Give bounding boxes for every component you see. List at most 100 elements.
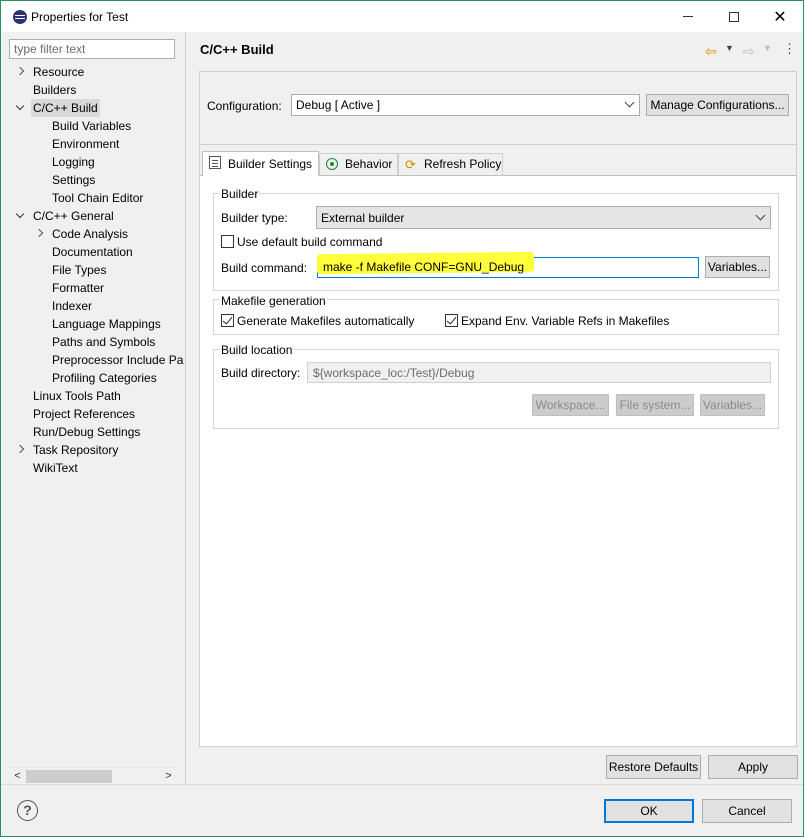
view-menu-icon[interactable]: ⋮ [783, 41, 796, 57]
tab-builder-settings[interactable]: Builder Settings [202, 151, 319, 176]
tree-item[interactable]: File Types [9, 261, 179, 279]
tree-item[interactable]: Environment [9, 135, 179, 153]
workspace-button[interactable]: Workspace... [532, 394, 609, 416]
generate-makefiles-checkbox[interactable] [221, 314, 234, 327]
apply-button[interactable]: Apply [708, 755, 798, 779]
tree-item-label: Language Mappings [52, 317, 161, 331]
scroll-left-icon[interactable]: < [9, 768, 26, 785]
tree-item-label: WikiText [33, 461, 78, 475]
tree-item[interactable]: C/C++ Build [9, 99, 179, 117]
restore-defaults-button[interactable]: Restore Defaults [606, 755, 701, 779]
tree-item[interactable]: Tool Chain Editor [9, 189, 179, 207]
configuration-label: Configuration: [207, 99, 282, 113]
generate-makefiles-label[interactable]: Generate Makefiles automatically [237, 314, 414, 328]
tree-item-label: Settings [52, 173, 96, 187]
tree-item[interactable]: Task Repository [9, 441, 179, 459]
minimize-icon [683, 16, 693, 17]
forward-arrow-icon[interactable]: ⇨ [743, 43, 755, 60]
tree-item[interactable]: Project References [9, 405, 179, 423]
configuration-value: Debug [ Active ] [296, 98, 381, 112]
chevron-down-icon[interactable] [15, 211, 25, 221]
tree-item[interactable]: Settings [9, 171, 179, 189]
tree-item[interactable]: Builders [9, 81, 179, 99]
tree-item-label: C/C++ Build [31, 99, 100, 117]
tree-item-label: Profiling Categories [52, 371, 157, 385]
tree-item[interactable]: Language Mappings [9, 315, 179, 333]
tree-item[interactable]: Indexer [9, 297, 179, 315]
tree-item-label: Project References [33, 407, 136, 421]
builder-type-select[interactable]: External builder [316, 206, 771, 229]
page-navigation: ⇦ ▼ ⇨ ▼ ⋮ [701, 41, 801, 59]
properties-dialog: Properties for Test ✕ Resource Builders C/… [0, 0, 804, 837]
build-directory-label: Build directory: [221, 366, 301, 380]
chevron-down-icon [755, 210, 766, 221]
tree-item[interactable]: Paths and Symbols [9, 333, 179, 351]
tree-item[interactable]: Profiling Categories [9, 369, 179, 387]
panel-splitter[interactable] [185, 32, 186, 784]
cancel-button[interactable]: Cancel [702, 799, 792, 823]
back-dropdown-icon[interactable]: ▼ [725, 43, 734, 53]
filter-input[interactable] [9, 39, 175, 59]
tree-item[interactable]: Formatter [9, 279, 179, 297]
tree-item-label: Indexer [52, 299, 93, 313]
tab-label: Builder Settings [228, 157, 313, 171]
tree-item[interactable]: Documentation [9, 243, 179, 261]
tree-item-label: Linux Tools Path [33, 389, 121, 403]
use-default-checkbox[interactable] [221, 235, 234, 248]
configuration-select[interactable]: Debug [ Active ] [291, 94, 640, 116]
page-title: C/C++ Build [200, 42, 274, 57]
location-variables-button[interactable]: Variables... [700, 394, 765, 416]
refresh-icon: ⟳ [405, 157, 416, 172]
help-icon[interactable]: ? [17, 800, 38, 821]
use-default-label[interactable]: Use default build command [237, 235, 382, 249]
tree-item-label: Build Variables [52, 119, 132, 133]
radio-icon [326, 158, 338, 170]
minimize-button[interactable] [665, 1, 711, 32]
tree-item-label: File Types [52, 263, 107, 277]
tree-item[interactable]: Preprocessor Include Pa [9, 351, 183, 369]
tree-item-label: Documentation [52, 245, 133, 259]
tab-label: Refresh Policy [424, 157, 502, 171]
tree-item[interactable]: Linux Tools Path [9, 387, 179, 405]
close-button[interactable]: ✕ [757, 1, 803, 32]
build-command-value[interactable]: make -f Makefile CONF=GNU_Debug [323, 260, 524, 274]
ok-button[interactable]: OK [604, 799, 694, 823]
build-location-group-title: Build location [220, 343, 294, 357]
builder-group-title: Builder [220, 187, 260, 201]
tree-item[interactable]: Code Analysis [9, 225, 179, 243]
tree-item[interactable]: Build Variables [9, 117, 179, 135]
build-directory-input: ${workspace_loc:/Test}/Debug [307, 362, 771, 383]
tree-item-label: Code Analysis [52, 227, 129, 241]
chevron-down-icon[interactable] [15, 103, 25, 113]
chevron-right-icon[interactable] [15, 67, 25, 77]
tree-item-label: Paths and Symbols [52, 335, 156, 349]
tab-refresh-policy[interactable]: ⟳ Refresh Policy [398, 153, 503, 175]
tree-horizontal-scrollbar[interactable]: < > [9, 767, 177, 784]
chevron-right-icon[interactable] [15, 445, 25, 455]
config-separator [200, 144, 796, 145]
tree-item[interactable]: Logging [9, 153, 179, 171]
builder-variables-button[interactable]: Variables... [705, 256, 770, 278]
expand-env-refs-checkbox[interactable] [445, 314, 458, 327]
forward-dropdown-icon[interactable]: ▼ [763, 43, 772, 53]
tree-item-label: Tool Chain Editor [52, 191, 144, 205]
maximize-button[interactable] [711, 1, 757, 32]
manage-configurations-button[interactable]: Manage Configurations... [646, 94, 789, 116]
builder-type-label: Builder type: [221, 211, 288, 225]
tab-behavior[interactable]: Behavior [319, 153, 398, 175]
file-system-button[interactable]: File system... [616, 394, 694, 416]
build-command-label: Build command: [221, 261, 308, 275]
tree-item[interactable]: Run/Debug Settings [9, 423, 179, 441]
scroll-right-icon[interactable]: > [160, 768, 177, 785]
build-location-group [213, 349, 779, 429]
scrollbar-thumb[interactable] [26, 770, 112, 783]
tree-item[interactable]: Resource [9, 63, 179, 81]
tree-item[interactable]: WikiText [9, 459, 179, 477]
back-arrow-icon[interactable]: ⇦ [705, 43, 717, 60]
close-icon: ✕ [773, 8, 787, 26]
expand-env-refs-label[interactable]: Expand Env. Variable Refs in Makefiles [461, 314, 669, 328]
tree-item[interactable]: C/C++ General [9, 207, 179, 225]
makefile-group-title: Makefile generation [220, 294, 327, 308]
chevron-right-icon[interactable] [34, 229, 44, 239]
property-page-tree: Resource Builders C/C++ Build Build Variabl… [9, 63, 183, 763]
